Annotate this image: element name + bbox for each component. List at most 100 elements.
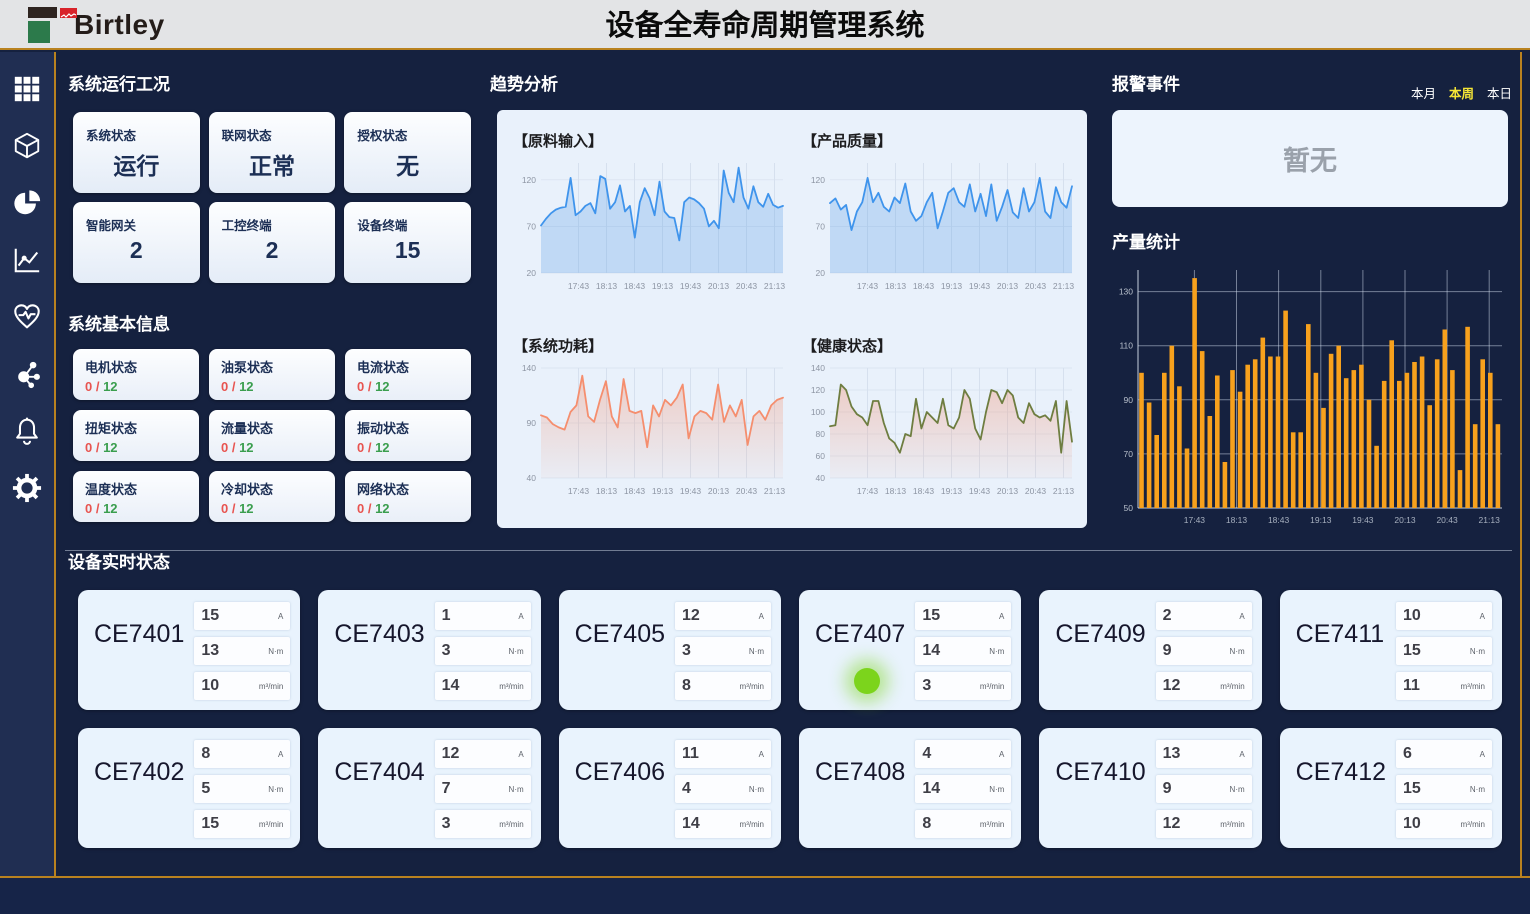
device-card-CE7407[interactable]: CE7407 15 A 14 N·m 3 m³/min <box>799 590 1021 710</box>
info-card-count: 0 / 12 <box>357 379 459 394</box>
svg-text:20: 20 <box>527 268 537 278</box>
trend-chart-quality: 【产品质量】 120702017:4318:1318:4319:1319:432… <box>792 114 1081 319</box>
device-metrics: 6 A 15 N·m 10 m³/min <box>1396 740 1492 838</box>
device-metric-unit: m³/min <box>1461 682 1485 691</box>
device-metric-unit: A <box>518 750 523 759</box>
device-metric-value: 4 <box>922 745 931 763</box>
svg-text:21:13: 21:13 <box>764 281 786 291</box>
info-card-count: 0 / 12 <box>85 379 187 394</box>
alarm-tab[interactable]: 本周 <box>1449 83 1474 102</box>
device-metric: 13 N·m <box>194 637 290 665</box>
device-metric-unit: N·m <box>1230 785 1245 794</box>
alarm-tab[interactable]: 本日 <box>1487 83 1512 102</box>
trend-chart-title: 【系统功耗】 <box>513 335 792 356</box>
gear-icon[interactable] <box>12 473 42 503</box>
device-metrics: 4 A 14 N·m 8 m³/min <box>915 740 1011 838</box>
status-card-label: 授权状态 <box>344 112 471 144</box>
device-metric-unit: N·m <box>509 785 524 794</box>
device-metric: 12 A <box>435 740 531 768</box>
info-card-label: 扭矩状态 <box>85 418 187 437</box>
health-icon[interactable] <box>12 302 42 332</box>
info-card: 电机状态 0 / 12 <box>73 349 199 400</box>
device-metric-unit: m³/min <box>980 820 1004 829</box>
status-card: 智能网关 2 <box>73 202 200 283</box>
device-name: CE7401 <box>94 620 194 700</box>
status-card-value: 2 <box>73 237 200 264</box>
line-chart-icon[interactable] <box>12 245 42 275</box>
info-card-label: 冷却状态 <box>221 479 323 498</box>
device-metric-unit: N·m <box>1470 785 1485 794</box>
sidebar <box>0 52 56 876</box>
device-card-CE7406[interactable]: CE7406 11 A 4 N·m 14 m³/min <box>559 728 781 848</box>
svg-text:21:13: 21:13 <box>1479 515 1501 525</box>
section-title-trend: 趋势分析 <box>490 70 558 95</box>
device-metrics: 8 A 5 N·m 15 m³/min <box>194 740 290 838</box>
alarm-period-tabs: 本月本周本日 <box>1411 83 1512 102</box>
svg-text:18:13: 18:13 <box>596 281 618 291</box>
info-card-count: 0 / 12 <box>357 501 459 516</box>
device-metric: 7 N·m <box>435 775 531 803</box>
device-metric-unit: m³/min <box>259 682 283 691</box>
svg-text:18:13: 18:13 <box>885 281 907 291</box>
device-metric-unit: A <box>999 612 1004 621</box>
device-metric: 3 m³/min <box>435 810 531 838</box>
info-card: 振动状态 0 / 12 <box>345 410 471 461</box>
svg-text:140: 140 <box>811 363 825 373</box>
alarm-tab[interactable]: 本月 <box>1411 83 1436 102</box>
bell-icon[interactable] <box>12 416 42 446</box>
device-metric: 14 m³/min <box>435 672 531 700</box>
svg-text:21:13: 21:13 <box>1053 486 1075 496</box>
device-metric-unit: A <box>278 612 283 621</box>
device-card-CE7405[interactable]: CE7405 12 A 3 N·m 8 m³/min <box>559 590 781 710</box>
device-metric-unit: A <box>518 612 523 621</box>
status-card: 授权状态 无 <box>344 112 471 193</box>
device-card-CE7401[interactable]: CE7401 15 A 13 N·m 10 m³/min <box>78 590 300 710</box>
production-bar-chart: 13011090705017:4318:1318:4319:1319:4320:… <box>1110 256 1514 541</box>
device-metric: 8 m³/min <box>915 810 1011 838</box>
pie-chart-icon[interactable] <box>12 188 42 218</box>
devices-separator <box>65 550 1512 551</box>
status-card-label: 联网状态 <box>209 112 336 144</box>
device-card-CE7403[interactable]: CE7403 1 A 3 N·m 14 m³/min <box>318 590 540 710</box>
device-metric-value: 15 <box>1403 780 1421 798</box>
device-metrics: 12 A 3 N·m 8 m³/min <box>675 602 771 700</box>
info-card-label: 网络状态 <box>357 479 459 498</box>
device-metric: 15 N·m <box>1396 637 1492 665</box>
status-card-value: 2 <box>209 237 336 264</box>
device-metrics: 15 A 13 N·m 10 m³/min <box>194 602 290 700</box>
device-metric-unit: m³/min <box>740 682 764 691</box>
svg-text:20: 20 <box>816 268 826 278</box>
device-metric-value: 15 <box>922 607 940 625</box>
device-card-CE7404[interactable]: CE7404 12 A 7 N·m 3 m³/min <box>318 728 540 848</box>
device-metric: 3 N·m <box>435 637 531 665</box>
grid-icon[interactable] <box>12 74 42 104</box>
device-metric: 14 N·m <box>915 775 1011 803</box>
info-card-count: 0 / 12 <box>221 379 323 394</box>
device-metric: 4 N·m <box>675 775 771 803</box>
cube-icon[interactable] <box>12 131 42 161</box>
molecule-icon[interactable] <box>12 359 42 389</box>
svg-text:17:43: 17:43 <box>568 486 590 496</box>
svg-text:90: 90 <box>1124 395 1134 405</box>
info-card-label: 流量状态 <box>221 418 323 437</box>
header: Birtley 设备全寿命周期管理系统 <box>0 0 1530 50</box>
device-metric: 12 A <box>675 602 771 630</box>
device-metric-unit: N·m <box>268 647 283 656</box>
device-card-CE7412[interactable]: CE7412 6 A 15 N·m 10 m³/min <box>1280 728 1502 848</box>
svg-text:70: 70 <box>816 221 826 231</box>
device-metric-value: 15 <box>201 607 219 625</box>
svg-text:90: 90 <box>527 418 537 428</box>
device-name: CE7402 <box>94 758 194 838</box>
device-metric-value: 12 <box>682 607 700 625</box>
device-card-CE7410[interactable]: CE7410 13 A 9 N·m 12 m³/min <box>1039 728 1261 848</box>
device-card-CE7402[interactable]: CE7402 8 A 5 N·m 15 m³/min <box>78 728 300 848</box>
info-card-label: 振动状态 <box>357 418 459 437</box>
device-metric: 3 m³/min <box>915 672 1011 700</box>
device-metric-value: 10 <box>201 677 219 695</box>
device-card-CE7409[interactable]: CE7409 2 A 9 N·m 12 m³/min <box>1039 590 1261 710</box>
device-card-CE7411[interactable]: CE7411 10 A 15 N·m 11 m³/min <box>1280 590 1502 710</box>
info-card: 冷却状态 0 / 12 <box>209 471 335 522</box>
device-card-CE7408[interactable]: CE7408 4 A 14 N·m 8 m³/min <box>799 728 1021 848</box>
svg-text:130: 130 <box>1119 287 1133 297</box>
device-metric-unit: N·m <box>1230 647 1245 656</box>
